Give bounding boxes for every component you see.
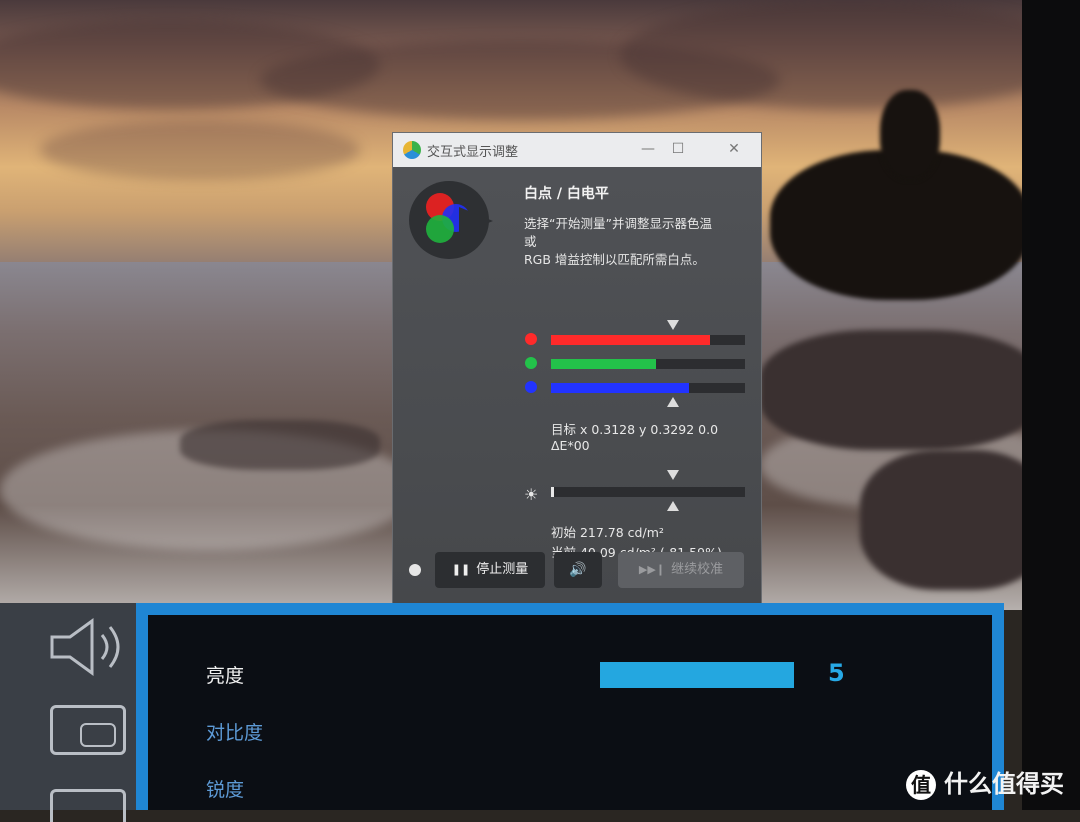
wallpaper-rock <box>180 420 380 470</box>
wallpaper-cloud <box>40 120 360 180</box>
brightness-target-marker-top <box>667 470 679 480</box>
osd-sidebar <box>0 603 136 822</box>
osd-item-sharpness[interactable]: 锐度 <box>206 775 244 802</box>
speaker-icon: 🔊 <box>569 562 587 578</box>
watermark-logo-icon: 值 <box>906 770 936 800</box>
delta-e-readout: ΔE*00 <box>551 438 590 453</box>
blue-gain-fill <box>551 383 689 393</box>
continue-calibration-label: 继续校准 <box>671 562 724 577</box>
osd-item-contrast[interactable]: 对比度 <box>206 718 263 745</box>
target-readout: 目标 x 0.3128 y 0.3292 0.0 <box>551 422 719 437</box>
rgb-target-marker-top <box>667 320 679 330</box>
sound-button[interactable]: 🔊 <box>554 552 602 588</box>
monitor-bezel <box>1022 0 1080 810</box>
red-gain-bar <box>551 335 745 345</box>
section-heading: 白点 / 白电平 <box>524 186 609 202</box>
pause-icon: ❚❚ <box>451 563 471 576</box>
instruction-line: RGB 增益控制以匹配所需白点。 <box>524 252 705 267</box>
stop-measurement-button[interactable]: ❚❚ 停止测量 <box>435 552 545 588</box>
continue-calibration-button[interactable]: ▶▶❙ 继续校准 <box>618 552 744 588</box>
red-gain-fill <box>551 335 711 345</box>
skip-forward-icon: ▶▶❙ <box>638 563 666 576</box>
green-circle-icon <box>426 215 454 243</box>
rgb-target-marker-bottom <box>667 397 679 407</box>
osd-volume-icon[interactable] <box>48 617 128 677</box>
maximize-button[interactable]: ☐ <box>667 139 689 159</box>
osd-menu: 亮度 5 对比度 锐度 <box>136 603 1004 810</box>
blue-channel-icon <box>525 381 537 393</box>
initial-luminance: 初始 217.78 cd/m² <box>551 525 664 540</box>
window-content: 白点 / 白电平 选择“开始测量”并调整显示器色温 或 RGB 增益控制以匹配所… <box>393 167 761 603</box>
watermark: 值什么值得买 <box>906 764 1064 800</box>
osd-pip-icon <box>80 723 116 747</box>
osd-brightness-bar[interactable] <box>600 662 794 688</box>
watermark-text: 什么值得买 <box>944 770 1064 798</box>
osd-keyboard-icon[interactable] <box>50 789 126 822</box>
app-logo-icon <box>403 141 421 159</box>
brightness-bar <box>551 487 745 497</box>
window-title: 交互式显示调整 <box>427 145 519 160</box>
close-button[interactable]: ✕ <box>723 139 745 159</box>
instruction-line: 选择“开始测量”并调整显示器色温 <box>524 216 712 231</box>
wallpaper-palms <box>880 90 940 180</box>
brightness-sun-icon: ☀ <box>524 485 539 504</box>
instruction-text: 选择“开始测量”并调整显示器色温 或 RGB 增益控制以匹配所需白点。 <box>524 215 749 269</box>
status-indicator <box>409 564 421 576</box>
red-channel-icon <box>525 333 537 345</box>
wallpaper-rock <box>760 330 1040 450</box>
interactive-display-adjust-window: 交互式显示调整 — ☐ ✕ 白点 / 白电平 选择“开始测量”并调整显示器色温 … <box>392 132 762 604</box>
green-gain-fill <box>551 359 656 369</box>
rgb-logo-pointer <box>459 207 493 235</box>
green-gain-bar <box>551 359 745 369</box>
brightness-fill <box>551 487 554 497</box>
brightness-target-marker-bottom <box>667 501 679 511</box>
instruction-line: 或 <box>524 234 537 249</box>
minimize-button[interactable]: — <box>637 139 659 159</box>
stop-measurement-label: 停止测量 <box>476 562 529 577</box>
osd-item-brightness[interactable]: 亮度 <box>206 661 244 688</box>
window-titlebar[interactable]: 交互式显示调整 — ☐ ✕ <box>393 133 761 167</box>
blue-gain-bar <box>551 383 745 393</box>
wallpaper-cloud <box>620 0 1080 110</box>
osd-brightness-value: 5 <box>828 659 845 687</box>
green-channel-icon <box>525 357 537 369</box>
